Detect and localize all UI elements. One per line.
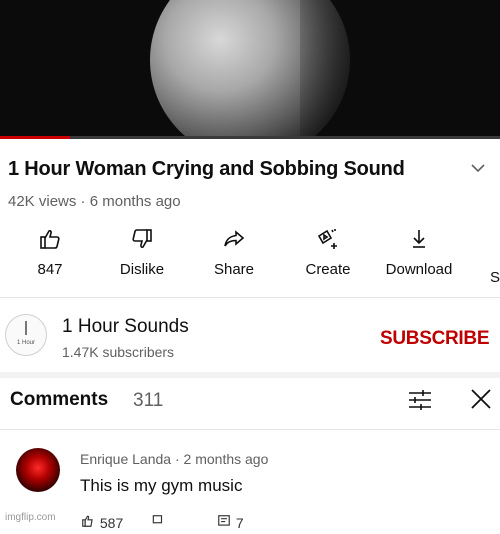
dislike-button[interactable]: Dislike	[97, 225, 187, 278]
clock-hand-icon	[25, 321, 27, 335]
dislike-label: Dislike	[119, 261, 165, 278]
comment-text: This is my gym music	[80, 476, 243, 495]
share-button[interactable]: Share	[189, 225, 279, 278]
share-icon	[189, 225, 279, 253]
subscribe-button[interactable]: SUBSCRIBE	[380, 328, 490, 350]
channel-avatar-text: 1 Hour	[16, 340, 35, 346]
download-button[interactable]: Download	[374, 225, 464, 278]
comment-like-button[interactable]: 587	[80, 514, 123, 531]
expand-chevron-icon[interactable]	[470, 160, 486, 178]
comment-reply-count: 7	[235, 515, 244, 531]
section-divider	[0, 372, 500, 378]
thumbs-down-icon	[97, 225, 187, 253]
like-count: 847	[37, 261, 63, 278]
divider	[0, 297, 500, 298]
comment-reply-button[interactable]: 7	[216, 514, 244, 531]
commenter-avatar[interactable]	[16, 448, 60, 492]
comment-author[interactable]: Enrique Landa	[80, 451, 171, 467]
create-button[interactable]: Create	[283, 225, 373, 278]
comment-thumbs-up-icon	[80, 515, 100, 531]
channel-avatar[interactable]: 1 Hour	[5, 314, 47, 356]
comment-like-count: 587	[99, 515, 124, 531]
comment-header: Enrique Landa · 2 months ago	[80, 451, 268, 467]
create-label: Create	[305, 261, 351, 278]
more-action-label: S	[490, 269, 500, 286]
video-player[interactable]	[0, 0, 500, 138]
channel-name[interactable]: 1 Hour Sounds	[62, 316, 189, 338]
video-progress-bar[interactable]	[0, 136, 500, 139]
share-label: Share	[213, 261, 255, 278]
reply-icon	[216, 515, 236, 531]
view-count: 42K views	[8, 193, 77, 210]
comment-separator: ·	[174, 451, 180, 467]
comment-dislike-button[interactable]	[150, 514, 166, 531]
sort-filter-icon[interactable]	[407, 389, 433, 416]
download-label: Download	[385, 261, 453, 278]
close-icon[interactable]	[470, 388, 492, 415]
comment-age: 2 months ago	[183, 451, 269, 467]
divider	[0, 429, 500, 430]
create-icon	[283, 225, 373, 253]
download-icon	[374, 225, 464, 253]
more-actions-button[interactable]: S	[490, 225, 500, 286]
comments-title: Comments	[10, 389, 109, 410]
watermark: imgflip.com	[3, 512, 58, 523]
video-title[interactable]: 1 Hour Woman Crying and Sobbing Sound	[8, 158, 405, 181]
thumbs-up-icon	[5, 225, 95, 253]
comments-count: 311	[133, 390, 164, 411]
video-progress-fill	[0, 136, 70, 139]
like-button[interactable]: 847	[5, 225, 95, 278]
comment-thumbs-down-icon	[150, 515, 166, 531]
video-thumbnail-shade	[300, 0, 500, 138]
video-meta: 42K views · 6 months ago	[8, 193, 181, 210]
meta-separator: ·	[80, 193, 86, 210]
upload-age: 6 months ago	[89, 193, 181, 210]
action-bar: 847 Dislike Share Create Download S	[0, 225, 500, 286]
subscriber-count: 1.47K subscribers	[62, 344, 175, 360]
